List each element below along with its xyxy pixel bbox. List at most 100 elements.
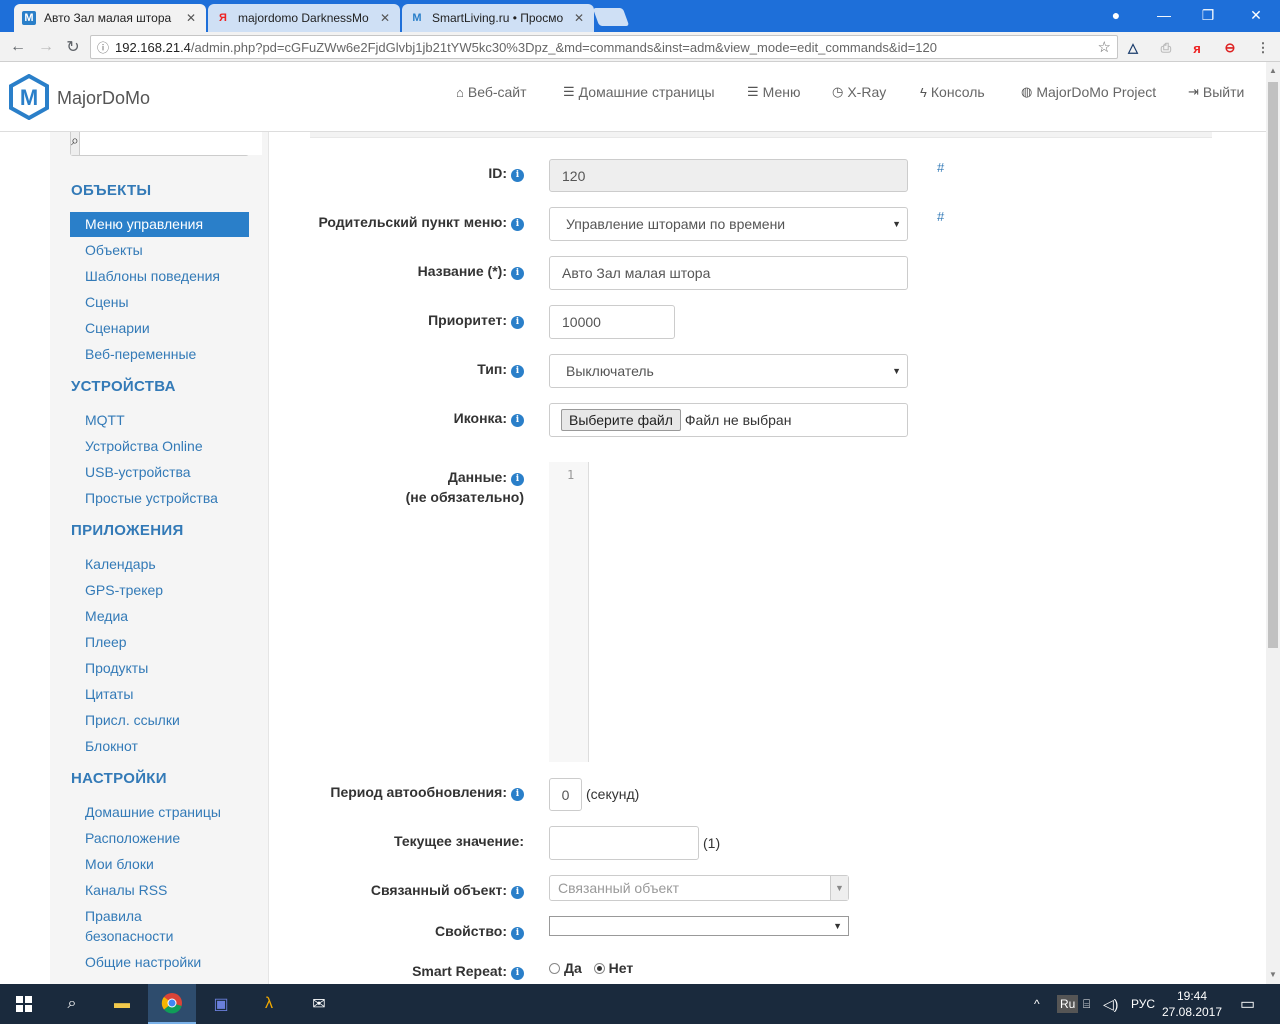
- page-scrollbar[interactable]: ▲ ▼: [1266, 62, 1280, 984]
- notifications-icon[interactable]: ▭: [1240, 984, 1255, 1024]
- extension-yandex-icon[interactable]: я: [1188, 39, 1206, 57]
- data-code-editor[interactable]: 1: [549, 462, 589, 762]
- extension-red-circle-icon[interactable]: ⊖: [1221, 39, 1239, 57]
- half-life-icon[interactable]: λ: [245, 984, 293, 1024]
- chrome-icon[interactable]: [148, 984, 196, 1024]
- priority-input[interactable]: 10000: [549, 305, 675, 339]
- maximize-icon[interactable]: ❐: [1188, 0, 1228, 30]
- windows-start-icon[interactable]: [0, 984, 48, 1024]
- sidebar-item-general-settings[interactable]: Общие настройки: [85, 952, 201, 972]
- smart-repeat-yes-radio[interactable]: [549, 963, 560, 974]
- name-input[interactable]: Авто Зал малая штора: [549, 256, 908, 290]
- sidebar-item-simple-devices[interactable]: Простые устройства: [85, 488, 218, 508]
- sidebar-item-scripts[interactable]: Сценарии: [85, 318, 150, 338]
- sidebar-item-objects[interactable]: Объекты: [85, 240, 143, 260]
- info-icon[interactable]: i: [511, 316, 524, 329]
- nav-console[interactable]: ϟ Консоль: [920, 82, 985, 102]
- tray-network-icon[interactable]: ⌸: [1083, 984, 1090, 1024]
- info-icon[interactable]: i: [511, 967, 524, 980]
- nav-menu[interactable]: ☰ Меню: [747, 82, 801, 102]
- sidebar-item-rss[interactable]: Каналы RSS: [85, 880, 167, 900]
- sidebar-item-behavior-templates[interactable]: Шаблоны поведения: [85, 266, 220, 286]
- browser-tab-1[interactable]: M Авто Зал малая штора ✕: [14, 4, 206, 32]
- sidebar-item-security-rules[interactable]: Правила: [85, 906, 142, 926]
- tray-volume-icon[interactable]: ◁): [1103, 984, 1118, 1024]
- smart-repeat-no-radio[interactable]: [593, 963, 605, 974]
- info-icon[interactable]: i: [511, 169, 524, 182]
- sidebar-item-home-pages[interactable]: Домашние страницы: [85, 802, 221, 822]
- nav-xray[interactable]: ◷ X-Ray: [832, 82, 886, 102]
- tray-ru-icon[interactable]: Ru: [1057, 995, 1079, 1013]
- nav-website[interactable]: ⌂ Веб-сайт: [456, 82, 527, 102]
- sidebar-item-mqtt[interactable]: MQTT: [85, 410, 125, 430]
- browser-tab-2[interactable]: Я majordomo DarknessMo ✕: [208, 4, 400, 32]
- nav-logout[interactable]: ⇥ Выйти: [1188, 82, 1244, 102]
- info-icon[interactable]: i: [511, 788, 524, 801]
- save-disk-icon[interactable]: ▣: [197, 984, 245, 1024]
- close-tab-icon[interactable]: ✕: [572, 11, 586, 25]
- info-icon[interactable]: ⓘ: [91, 39, 115, 56]
- choose-file-button[interactable]: Выберите файл: [561, 409, 681, 431]
- search-icon[interactable]: ⌕: [48, 984, 96, 1024]
- sidebar-item-media[interactable]: Медиа: [85, 606, 128, 626]
- info-icon[interactable]: i: [511, 414, 524, 427]
- nav-project[interactable]: ◍ MajorDoMo Project: [1021, 82, 1156, 102]
- extension-triangle-icon[interactable]: △: [1124, 39, 1142, 57]
- address-bar[interactable]: ⓘ 192.168.21.4 /admin.php?pd=cGFuZWw6e2F…: [90, 35, 1118, 59]
- current-value-input[interactable]: [549, 826, 699, 860]
- sidebar-item-usb-devices[interactable]: USB-устройства: [85, 462, 191, 482]
- tray-clock[interactable]: 19:44 27.08.2017: [1160, 988, 1224, 1020]
- property-select[interactable]: ▼: [549, 916, 849, 936]
- close-tab-icon[interactable]: ✕: [378, 11, 392, 25]
- sidebar-item-quotes[interactable]: Цитаты: [85, 684, 133, 704]
- nav-home-pages[interactable]: ☰ Домашние страницы: [563, 82, 715, 102]
- sidebar-item-products[interactable]: Продукты: [85, 658, 148, 678]
- close-tab-icon[interactable]: ✕: [184, 11, 198, 25]
- info-icon[interactable]: i: [511, 886, 524, 899]
- info-icon[interactable]: i: [511, 218, 524, 231]
- search-input[interactable]: [79, 132, 262, 155]
- sidebar-item-notebook[interactable]: Блокнот: [85, 736, 138, 756]
- sidebar-item-devices-online[interactable]: Устройства Online: [85, 436, 203, 456]
- refresh-period-input[interactable]: 0: [549, 778, 582, 811]
- info-icon[interactable]: i: [511, 267, 524, 280]
- file-explorer-icon[interactable]: ▬: [98, 984, 146, 1024]
- tray-language[interactable]: РУС: [1131, 984, 1155, 1024]
- sidebar-item-my-blocks[interactable]: Мои блоки: [85, 854, 154, 874]
- sidebar-item-scenes[interactable]: Сцены: [85, 292, 129, 312]
- minimize-icon[interactable]: —: [1144, 0, 1184, 30]
- scroll-down-icon[interactable]: ▼: [1269, 970, 1277, 979]
- sidebar-item-location[interactable]: Расположение: [85, 828, 180, 848]
- extension-pdf-icon[interactable]: ⎙: [1157, 39, 1175, 57]
- tray-chevron-up-icon[interactable]: ^: [1034, 984, 1040, 1024]
- sidebar-item-web-vars[interactable]: Веб-переменные: [85, 344, 196, 364]
- id-anchor-link[interactable]: #: [937, 160, 944, 175]
- brand-name[interactable]: MajorDoMo: [57, 88, 150, 109]
- back-arrow-icon[interactable]: ←: [8, 37, 28, 57]
- majordomo-logo-icon[interactable]: M: [9, 74, 49, 120]
- scroll-up-icon[interactable]: ▲: [1269, 66, 1277, 75]
- linked-object-select[interactable]: Связанный объект ▼: [549, 875, 849, 901]
- info-icon[interactable]: i: [511, 365, 524, 378]
- info-icon[interactable]: i: [511, 473, 524, 486]
- new-tab-button[interactable]: [592, 8, 630, 26]
- info-icon[interactable]: i: [511, 927, 524, 940]
- sidebar-item-security-rules-line2[interactable]: безопасности: [85, 926, 174, 946]
- parent-menu-select[interactable]: Управление шторами по времени ▼: [549, 207, 908, 241]
- search-icon[interactable]: ⌕: [71, 132, 80, 155]
- browser-menu-icon[interactable]: ⋮: [1254, 39, 1272, 57]
- forward-arrow-icon[interactable]: →: [36, 37, 56, 57]
- type-select[interactable]: Выключатель ▼: [549, 354, 908, 388]
- sidebar-item-calendar[interactable]: Календарь: [85, 554, 156, 574]
- profile-icon[interactable]: ●: [1096, 0, 1136, 30]
- bookmark-star-icon[interactable]: ☆: [1098, 38, 1111, 56]
- parent-anchor-link[interactable]: #: [937, 209, 944, 224]
- sidebar-item-links[interactable]: Присл. ссылки: [85, 710, 180, 730]
- reload-icon[interactable]: ↻: [63, 37, 83, 57]
- sidebar-item-player[interactable]: Плеер: [85, 632, 127, 652]
- mail-icon[interactable]: ✉: [295, 984, 343, 1024]
- browser-tab-3[interactable]: M SmartLiving.ru • Просмо ✕: [402, 4, 594, 32]
- sidebar-item-control-menu[interactable]: Меню управления: [70, 212, 249, 237]
- scrollbar-thumb[interactable]: [1268, 82, 1278, 648]
- sidebar-item-gps[interactable]: GPS-трекер: [85, 580, 163, 600]
